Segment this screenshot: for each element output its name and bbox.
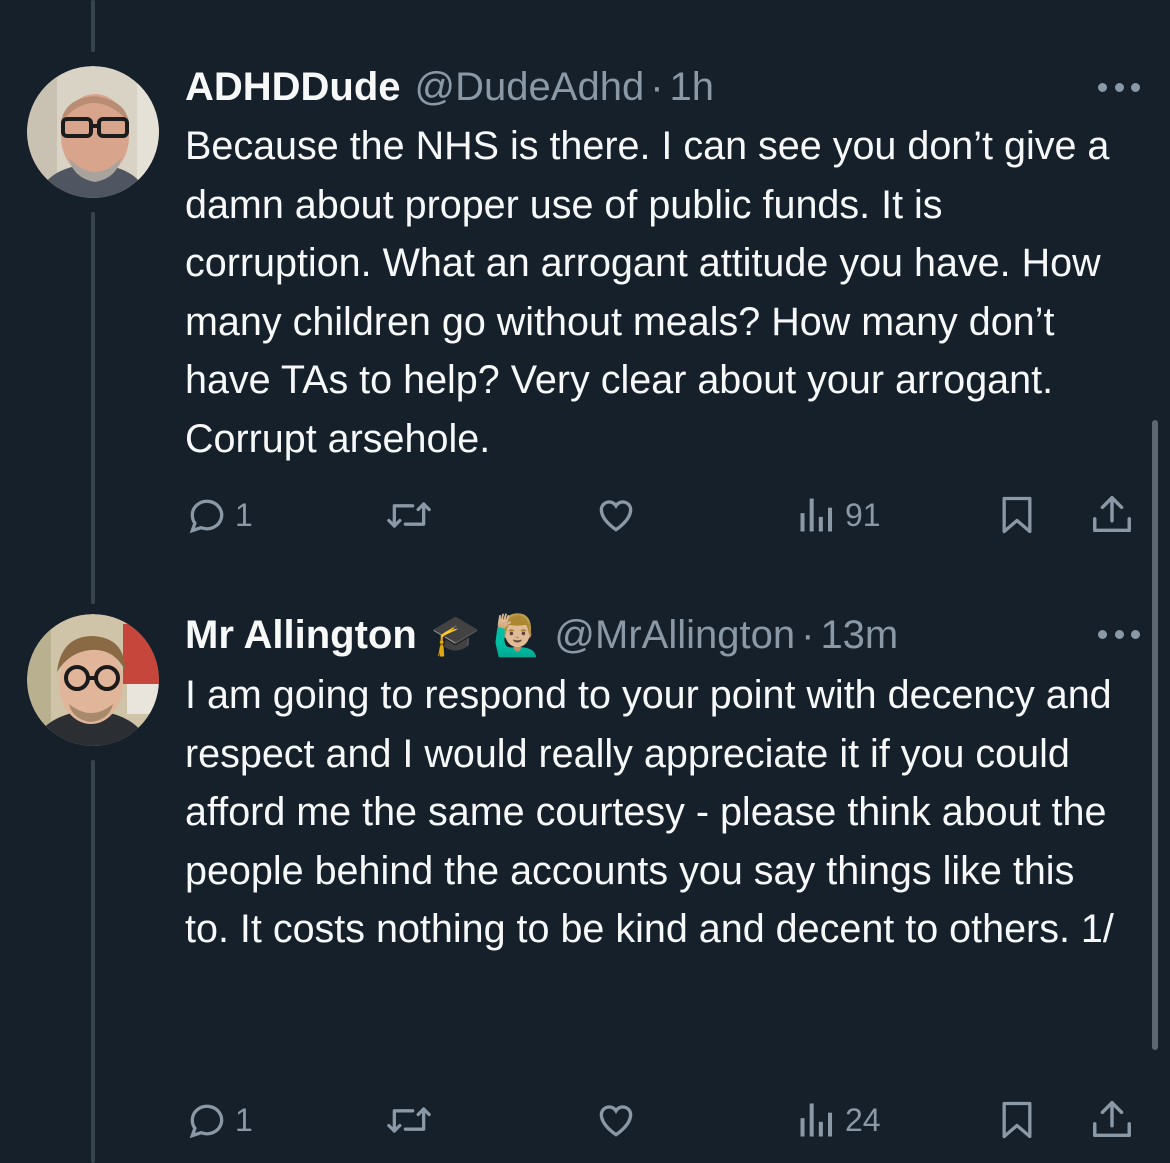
timestamp[interactable]: 1h <box>670 65 715 110</box>
handle[interactable]: @DudeAdhd <box>415 65 645 110</box>
like-button[interactable] <box>593 1095 639 1145</box>
person-raising-hand-emoji: 🙋🏼‍♂️ <box>492 613 543 658</box>
retweet-button[interactable] <box>385 490 433 540</box>
retweet-button[interactable] <box>385 1095 433 1145</box>
views-icon <box>795 1098 839 1142</box>
tweet-header: Mr Allington 🎓 🙋🏼‍♂️ @MrAllington · 13m <box>185 610 898 660</box>
share-button[interactable] <box>1089 490 1135 540</box>
more-icon[interactable] <box>1098 624 1140 644</box>
retweet-icon <box>385 493 433 537</box>
tweet-header: ADHDDude @DudeAdhd · 1h <box>185 62 714 112</box>
tweet-text: Because the NHS is there. I can see you … <box>185 124 1110 461</box>
bookmark-button[interactable] <box>995 1095 1039 1145</box>
reply-icon <box>185 493 229 537</box>
reply-count: 1 <box>235 1101 253 1138</box>
like-icon <box>593 493 639 537</box>
view-count: 91 <box>845 496 881 533</box>
views-button[interactable]: 24 <box>795 1095 881 1145</box>
thread-line-top <box>91 0 95 52</box>
display-name[interactable]: ADHDDude <box>185 65 401 110</box>
tweet-actions: 1 24 <box>185 1095 1145 1145</box>
more-icon[interactable] <box>1098 77 1140 97</box>
avatar[interactable] <box>27 66 159 198</box>
handle[interactable]: @MrAllington <box>554 613 795 658</box>
like-button[interactable] <box>593 490 639 540</box>
views-button[interactable]: 91 <box>795 490 881 540</box>
reply-icon <box>185 1098 229 1142</box>
like-icon <box>593 1098 639 1142</box>
timestamp[interactable]: 13m <box>820 613 898 658</box>
reply-count: 1 <box>235 496 253 533</box>
bookmark-icon <box>995 1097 1039 1143</box>
graduation-cap-emoji: 🎓 <box>430 613 481 658</box>
separator: · <box>650 64 664 109</box>
views-icon <box>795 493 839 537</box>
tweet-actions: 1 91 <box>185 490 1145 540</box>
thread-line-middle <box>91 212 95 604</box>
scrollbar[interactable] <box>1152 420 1158 1050</box>
display-name[interactable]: Mr Allington <box>185 613 417 658</box>
tweet-text: I am going to respond to your point with… <box>185 673 1114 951</box>
reply-button[interactable]: 1 <box>185 490 253 540</box>
retweet-icon <box>385 1098 433 1142</box>
bookmark-icon <box>995 492 1039 538</box>
reply-button[interactable]: 1 <box>185 1095 253 1145</box>
bookmark-button[interactable] <box>995 490 1039 540</box>
share-icon <box>1089 1097 1135 1143</box>
share-button[interactable] <box>1089 1095 1135 1145</box>
thread-line-bottom <box>91 760 95 1163</box>
avatar[interactable] <box>27 614 159 746</box>
share-icon <box>1089 492 1135 538</box>
view-count: 24 <box>845 1101 881 1138</box>
separator: · <box>801 612 815 657</box>
